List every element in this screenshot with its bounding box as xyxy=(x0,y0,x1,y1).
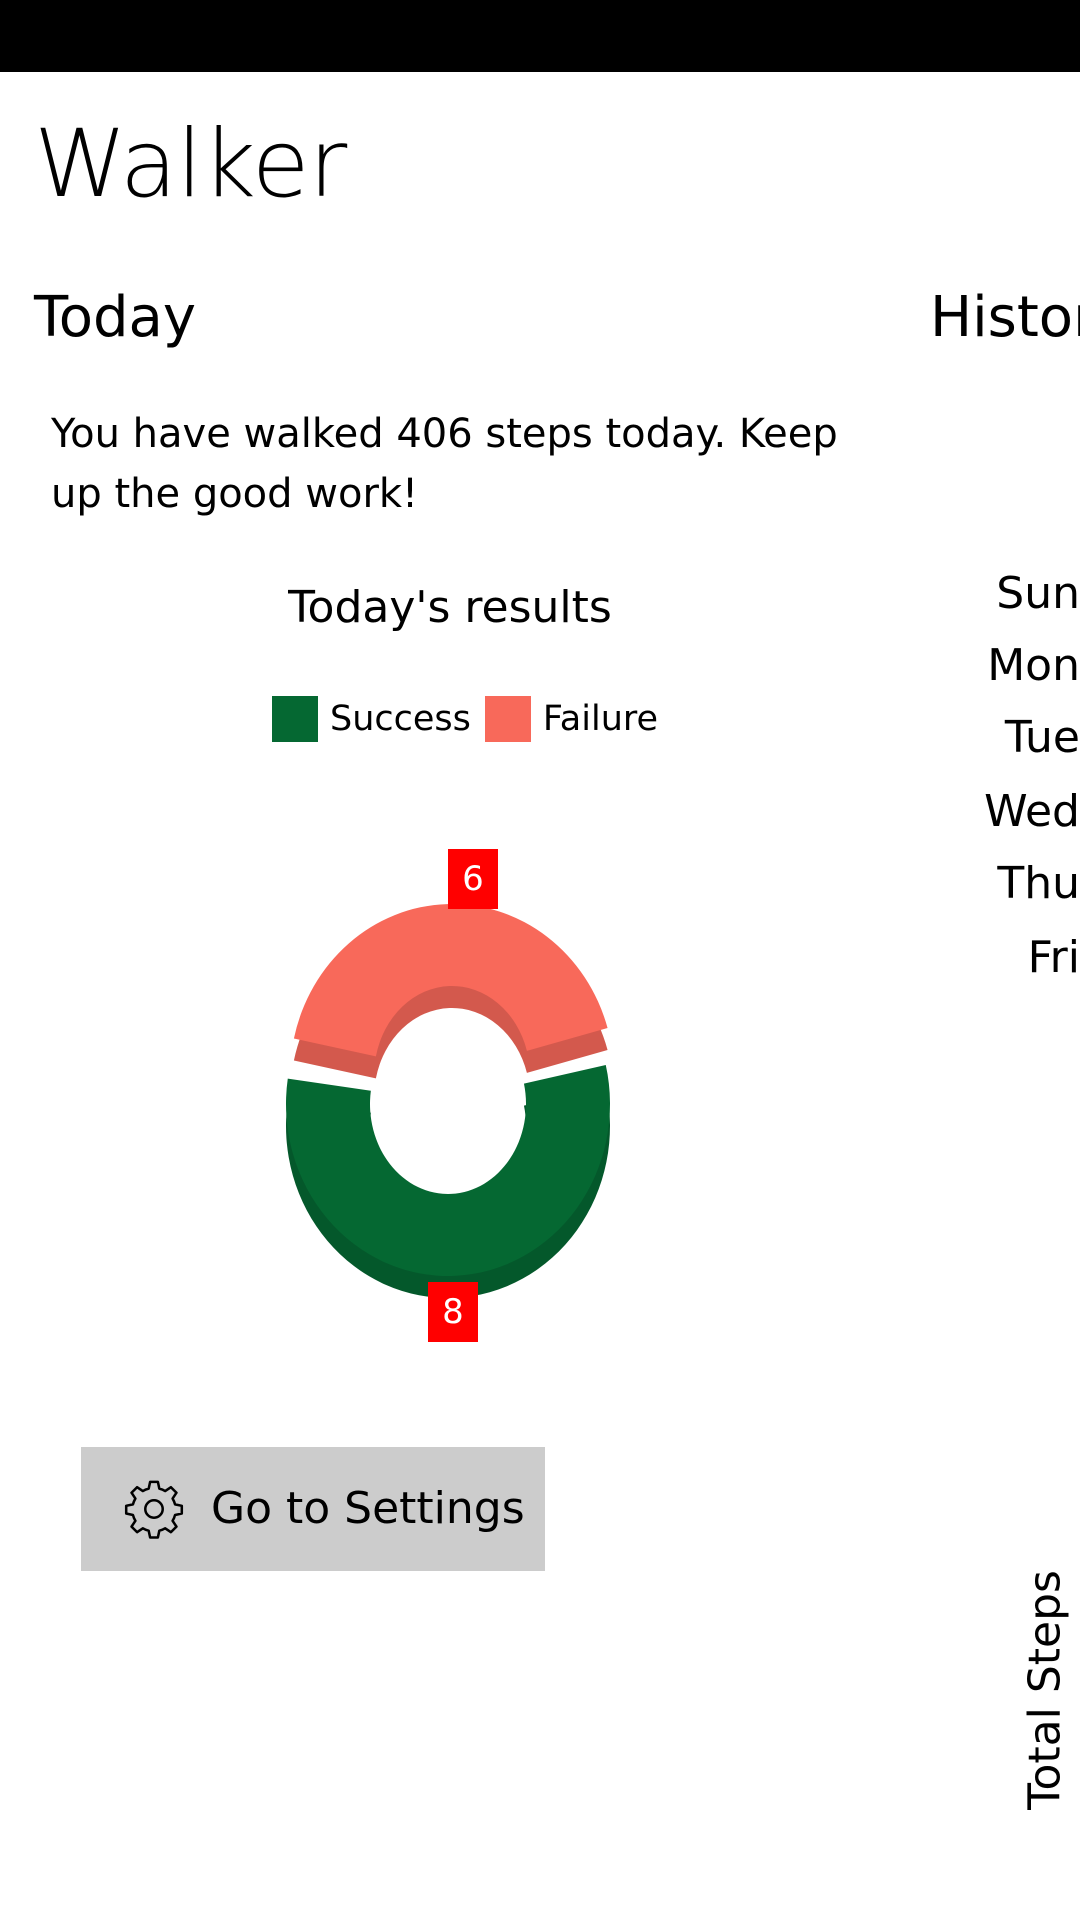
day-label-fri: Fri xyxy=(1027,932,1080,983)
history-section-title: History xyxy=(930,285,1080,350)
doughnut-slice-success xyxy=(285,1064,610,1298)
chart-legend: Success Failure xyxy=(272,696,672,742)
legend-swatch-failure xyxy=(484,696,531,742)
settings-button-label: Go to Settings xyxy=(211,1483,525,1534)
history-axis-title: Total Steps xyxy=(1019,1570,1071,1810)
legend-label-success: Success xyxy=(330,699,471,739)
day-label-sun: Sun xyxy=(996,568,1080,619)
legend-swatch-success xyxy=(272,696,318,742)
today-section-title: Today xyxy=(34,285,196,350)
doughnut-slice-failure xyxy=(293,904,608,1079)
gear-icon xyxy=(124,1480,184,1539)
status-bar xyxy=(0,0,1080,72)
data-label-success: 8 xyxy=(428,1282,478,1342)
day-label-tue: Tue xyxy=(1004,712,1080,763)
doughnut-slice-top-success xyxy=(286,1064,610,1276)
doughnut-slice-top-failure xyxy=(293,904,608,1057)
day-label-mon: Mon xyxy=(987,640,1080,691)
go-to-settings-button[interactable]: Go to Settings xyxy=(81,1447,545,1571)
day-label-thu: Thu xyxy=(997,858,1080,909)
doughnut-slice-side-success xyxy=(285,1086,610,1298)
chart-title: Today's results xyxy=(288,582,612,633)
day-label-wed: Wed xyxy=(984,786,1080,837)
app-root: Walker Today History You have walked 406… xyxy=(0,0,1080,1920)
legend-item-failure: Failure xyxy=(484,696,659,742)
today-summary: You have walked 406 steps today. Keep up… xyxy=(51,411,838,517)
app-title: Walker xyxy=(34,110,347,219)
legend-item-success: Success xyxy=(272,696,471,742)
doughnut-slice-side-failure xyxy=(293,926,608,1079)
data-label-failure: 6 xyxy=(448,849,498,909)
legend-label-failure: Failure xyxy=(542,699,659,739)
